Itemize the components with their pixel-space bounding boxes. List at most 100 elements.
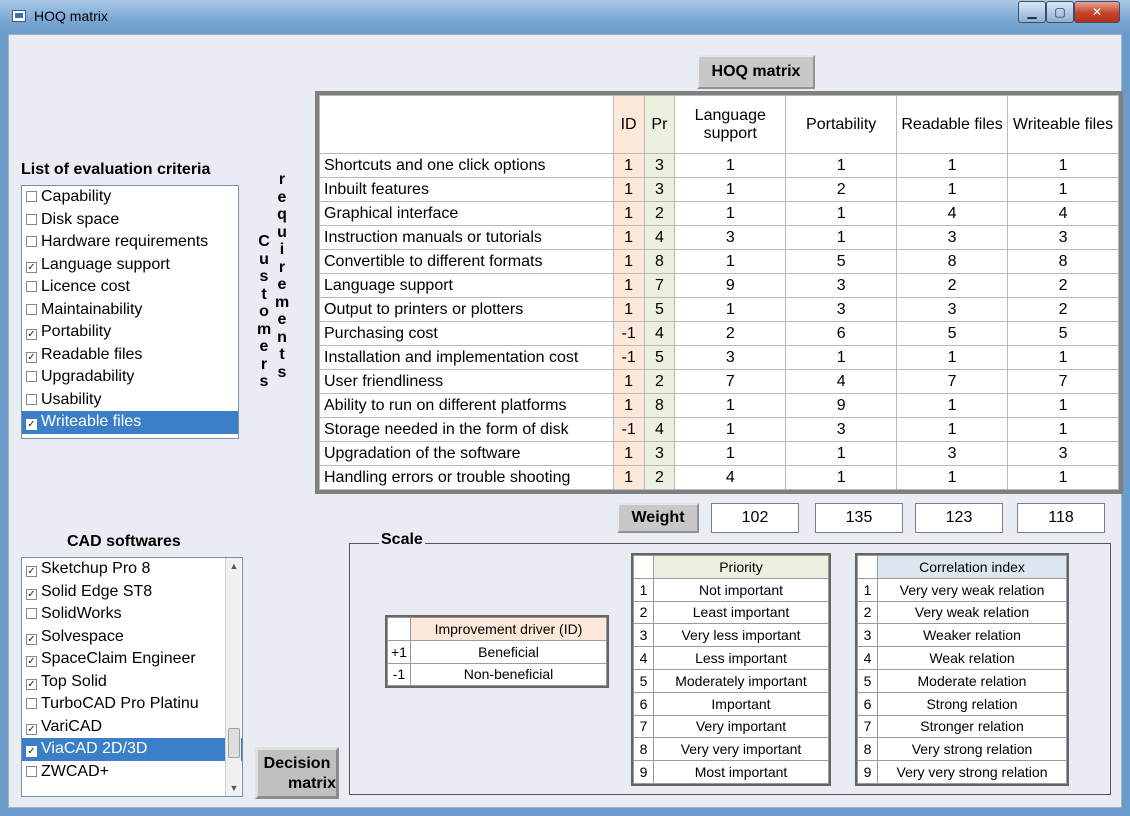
id-cell[interactable]: 1: [612, 297, 645, 322]
priority-cell[interactable]: 2: [643, 201, 676, 226]
checkbox-checked-icon[interactable]: ✓: [26, 419, 37, 430]
correlation-cell[interactable]: 3: [896, 225, 1009, 250]
correlation-cell[interactable]: 4: [785, 369, 898, 394]
hoq-matrix-grid[interactable]: ID Pr Language support Portability Reada…: [315, 91, 1123, 494]
correlation-cell[interactable]: 1: [896, 177, 1009, 202]
checkbox-unchecked-icon[interactable]: [26, 303, 37, 315]
priority-cell[interactable]: 5: [643, 297, 676, 322]
correlation-cell[interactable]: 7: [896, 369, 1009, 394]
correlation-cell[interactable]: 1: [785, 201, 898, 226]
priority-cell[interactable]: 2: [643, 369, 676, 394]
checkbox-checked-icon[interactable]: ✓: [26, 566, 37, 577]
criteria-item[interactable]: ✓ Writeable files: [22, 411, 238, 434]
cad-item[interactable]: ✓ ViaCAD 2D/3D: [22, 738, 242, 761]
priority-cell[interactable]: 4: [643, 225, 676, 250]
checkbox-checked-icon[interactable]: ✓: [26, 588, 37, 600]
requirement-cell[interactable]: Convertible to different formats: [319, 249, 614, 274]
correlation-cell[interactable]: 1: [674, 441, 787, 466]
id-cell[interactable]: 1: [612, 177, 645, 202]
criteria-item[interactable]: Maintainability: [22, 299, 238, 322]
priority-cell[interactable]: 5: [643, 345, 676, 370]
hoq-matrix-button[interactable]: HOQ matrix: [697, 55, 815, 89]
requirement-cell[interactable]: Output to printers or plotters: [319, 297, 614, 322]
correlation-cell[interactable]: 1: [1007, 417, 1119, 442]
correlation-cell[interactable]: 3: [1007, 225, 1119, 250]
criteria-item[interactable]: Disk space: [22, 209, 238, 232]
correlation-cell[interactable]: 1: [674, 249, 787, 274]
checkbox-checked-icon[interactable]: ✓: [26, 329, 37, 340]
cad-listbox[interactable]: ✓ Sketchup Pro 8 ✓ Solid Edge ST8 SolidWorks…: [21, 557, 243, 797]
id-cell[interactable]: 1: [612, 369, 645, 394]
requirement-cell[interactable]: Installation and implementation cost: [319, 345, 614, 370]
correlation-cell[interactable]: 7: [1007, 369, 1119, 394]
criteria-item[interactable]: Usability: [22, 389, 238, 412]
checkbox-checked-icon[interactable]: ✓: [26, 723, 37, 735]
requirement-cell[interactable]: Upgradation of the software: [319, 441, 614, 466]
correlation-cell[interactable]: 2: [1007, 297, 1119, 322]
correlation-cell[interactable]: 7: [674, 369, 787, 394]
correlation-cell[interactable]: 1: [785, 465, 898, 490]
checkbox-unchecked-icon[interactable]: [26, 393, 37, 405]
criteria-item[interactable]: Capability: [22, 186, 238, 209]
correlation-cell[interactable]: 1: [674, 201, 787, 226]
checkbox-unchecked-icon[interactable]: [26, 765, 37, 777]
correlation-cell[interactable]: 6: [785, 321, 898, 346]
correlation-cell[interactable]: 1: [1007, 177, 1119, 202]
checkbox-unchecked-icon[interactable]: [26, 371, 37, 382]
id-cell[interactable]: 1: [612, 393, 645, 418]
correlation-cell[interactable]: 1: [785, 153, 898, 178]
priority-cell[interactable]: 4: [643, 321, 676, 346]
requirement-cell[interactable]: User friendliness: [319, 369, 614, 394]
cad-list-scrollbar[interactable]: ▲ ▼: [225, 558, 241, 796]
correlation-cell[interactable]: 1: [1007, 153, 1119, 178]
priority-cell[interactable]: 7: [643, 273, 676, 298]
criteria-item[interactable]: Upgradability: [22, 366, 238, 389]
criteria-item[interactable]: ✓ Readable files: [22, 344, 238, 367]
correlation-cell[interactable]: 4: [896, 201, 1009, 226]
cad-item[interactable]: ✓ VariCAD: [22, 716, 242, 739]
checkbox-unchecked-icon[interactable]: [26, 698, 37, 709]
correlation-cell[interactable]: 1: [896, 153, 1009, 178]
id-cell[interactable]: -1: [612, 321, 645, 346]
correlation-cell[interactable]: 1: [674, 153, 787, 178]
correlation-cell[interactable]: 1: [785, 441, 898, 466]
correlation-cell[interactable]: 3: [896, 297, 1009, 322]
criteria-item[interactable]: ✓ Language support: [22, 254, 238, 277]
checkbox-checked-icon[interactable]: ✓: [26, 351, 37, 363]
correlation-cell[interactable]: 3: [674, 225, 787, 250]
id-cell[interactable]: 1: [612, 225, 645, 250]
correlation-cell[interactable]: 1: [785, 345, 898, 370]
cad-item[interactable]: ✓ Top Solid: [22, 671, 242, 694]
correlation-cell[interactable]: 1: [1007, 393, 1119, 418]
correlation-cell[interactable]: 1: [1007, 465, 1119, 490]
correlation-cell[interactable]: 2: [785, 177, 898, 202]
priority-cell[interactable]: 4: [643, 417, 676, 442]
correlation-cell[interactable]: 1: [674, 417, 787, 442]
criteria-item[interactable]: Hardware requirements: [22, 231, 238, 254]
cad-item[interactable]: ZWCAD+: [22, 761, 242, 784]
correlation-cell[interactable]: 1: [896, 465, 1009, 490]
criteria-listbox[interactable]: Capability Disk space Hardware requirement…: [21, 185, 239, 439]
correlation-cell[interactable]: 1: [674, 393, 787, 418]
correlation-cell[interactable]: 1: [896, 345, 1009, 370]
requirement-cell[interactable]: Instruction manuals or tutorials: [319, 225, 614, 250]
checkbox-unchecked-icon[interactable]: [26, 608, 37, 619]
id-cell[interactable]: -1: [612, 417, 645, 442]
requirement-cell[interactable]: Storage needed in the form of disk: [319, 417, 614, 442]
correlation-cell[interactable]: 1: [785, 225, 898, 250]
id-cell[interactable]: -1: [612, 345, 645, 370]
correlation-cell[interactable]: 9: [674, 273, 787, 298]
correlation-cell[interactable]: 2: [896, 273, 1009, 298]
correlation-cell[interactable]: 5: [785, 249, 898, 274]
correlation-cell[interactable]: 3: [674, 345, 787, 370]
correlation-cell[interactable]: 1: [674, 177, 787, 202]
correlation-cell[interactable]: 2: [674, 321, 787, 346]
correlation-cell[interactable]: 1: [896, 417, 1009, 442]
checkbox-checked-icon[interactable]: ✓: [26, 746, 37, 757]
cad-item[interactable]: TurboCAD Pro Platinu: [22, 693, 242, 716]
id-cell[interactable]: 1: [612, 249, 645, 274]
correlation-cell[interactable]: 3: [1007, 441, 1119, 466]
cad-item[interactable]: ✓ Solid Edge ST8: [22, 581, 242, 604]
priority-cell[interactable]: 3: [643, 177, 676, 202]
correlation-cell[interactable]: 5: [896, 321, 1009, 346]
